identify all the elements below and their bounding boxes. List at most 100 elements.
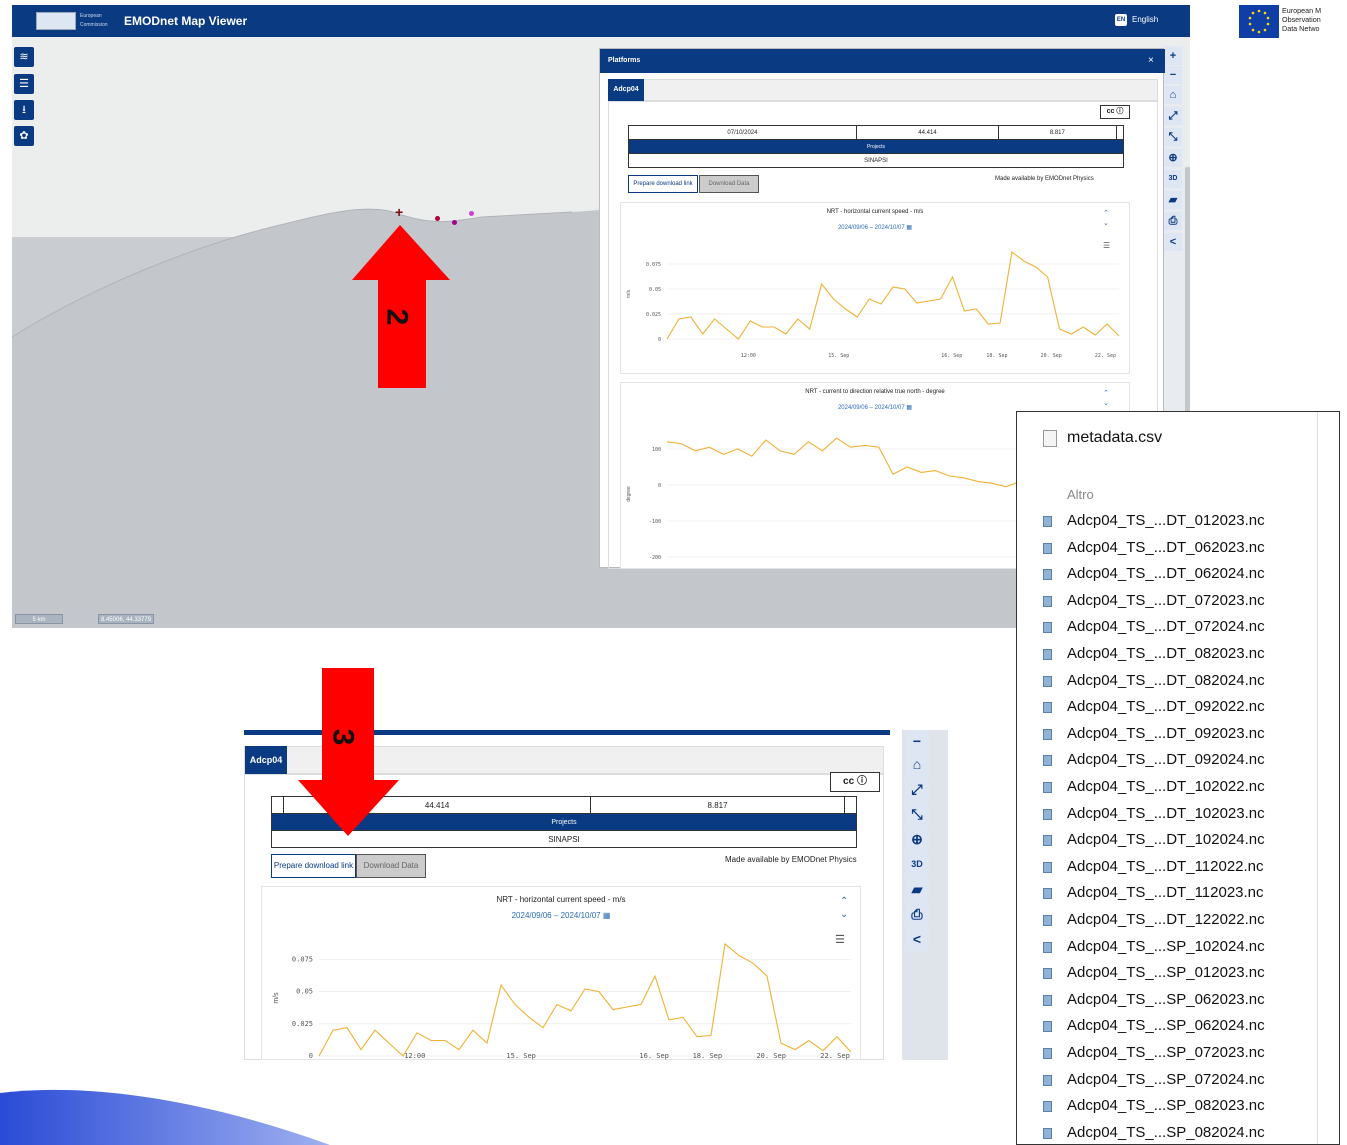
prepare-download-link-button[interactable]: Prepare download link bbox=[271, 854, 356, 878]
lon-cell: 8.817 bbox=[998, 125, 1117, 140]
file-row[interactable]: Adcp04_TS_...SP_062023.nc bbox=[1043, 988, 1323, 1014]
file-row[interactable]: Adcp04_TS_...DT_072023.nc bbox=[1043, 589, 1323, 615]
platform-marker-selected[interactable]: + bbox=[395, 204, 403, 220]
file-name: Adcp04_TS_...DT_112023.nc bbox=[1067, 884, 1264, 902]
chart-speed-plot: 0.075 0.05 0.025 0 m/s 12:00 15. Sep 16. Sep 18.… bbox=[626, 251, 1120, 359]
file-name: Adcp04_TS_...SP_062024.nc bbox=[1067, 1017, 1265, 1035]
file-row[interactable]: Adcp04_TS_...DT_092023.nc bbox=[1043, 722, 1323, 748]
locate-icon[interactable]: ⊕ bbox=[905, 827, 929, 851]
x-tick-label: 16. Sep bbox=[941, 353, 962, 359]
x-tick-label: 15. Sep bbox=[506, 1052, 536, 1060]
y-tick-label: 0 bbox=[658, 483, 661, 489]
file-row[interactable]: Adcp04_TS_...DT_102023.nc bbox=[1043, 802, 1323, 828]
zoom-out-button[interactable]: − bbox=[905, 730, 929, 752]
file-row[interactable]: Adcp04_TS_...DT_062023.nc bbox=[1043, 536, 1323, 562]
file-row[interactable]: Adcp04_TS_...DT_082023.nc bbox=[1043, 642, 1323, 668]
file-name: Adcp04_TS_...DT_082023.nc bbox=[1067, 645, 1265, 662]
chart-speed-title: NRT - horizontal current speed - m/s bbox=[826, 209, 924, 215]
file-row[interactable]: Adcp04_TS_...SP_102024.nc bbox=[1043, 935, 1323, 961]
y-axis-label: m/s bbox=[626, 289, 632, 298]
fullscreen-icon[interactable]: ⤡ bbox=[905, 802, 929, 826]
language-code[interactable]: EN bbox=[1115, 14, 1127, 26]
print-icon[interactable]: ⎙ bbox=[905, 902, 929, 926]
print-icon[interactable]: ⎙ bbox=[1164, 212, 1182, 230]
home-icon[interactable]: ⌂ bbox=[905, 752, 929, 776]
file-list-window: metadata.csv Altro Adcp04_TS_...DT_01202… bbox=[1016, 411, 1340, 1145]
x-tick-label: 12:00 bbox=[741, 353, 756, 359]
file-row[interactable]: Adcp04_TS_...DT_112022.nc bbox=[1043, 855, 1323, 881]
metadata-file[interactable]: metadata.csv bbox=[1067, 429, 1162, 447]
file-row[interactable]: Adcp04_TS_...DT_012023.nc bbox=[1043, 509, 1323, 535]
file-name: Adcp04_TS_...SP_062023.nc bbox=[1067, 990, 1265, 1008]
file-row[interactable]: Adcp04_TS_...DT_072024.nc bbox=[1043, 615, 1323, 641]
nc-file-icon bbox=[1043, 649, 1052, 660]
file-name: Adcp04_TS_...SP_082023.nc bbox=[1067, 1097, 1265, 1115]
3d-button[interactable]: 3D bbox=[905, 852, 929, 876]
coordinates-readout: 8.45006, 44.33779 bbox=[98, 614, 154, 624]
file-name: Adcp04_TS_...DT_122022.nc bbox=[1067, 911, 1265, 928]
settings-button[interactable]: ✿ bbox=[14, 126, 34, 146]
ruler-icon[interactable]: ▰ bbox=[1164, 191, 1182, 209]
locate-icon[interactable]: ⊕ bbox=[1164, 149, 1182, 167]
chart-direction-date-range[interactable]: 2024/09/06 – 2024/10/07 ▦ bbox=[620, 404, 1130, 411]
tab-adcp04[interactable]: Adcp04 bbox=[608, 79, 644, 101]
file-row[interactable]: Adcp04_TS_...SP_082024.nc bbox=[1043, 1121, 1323, 1144]
file-row[interactable]: Adcp04_TS_...DT_092024.nc bbox=[1043, 748, 1323, 774]
file-row[interactable]: Adcp04_TS_...SP_082023.nc bbox=[1043, 1094, 1323, 1120]
file-row[interactable]: Adcp04_TS_...DT_062024.nc bbox=[1043, 562, 1323, 588]
file-row[interactable]: Adcp04_TS_...DT_122022.nc bbox=[1043, 908, 1323, 934]
file-row[interactable]: Adcp04_TS_...SP_072023.nc bbox=[1043, 1041, 1323, 1067]
chart-reorder-arrows[interactable]: ⌃ ⌄ bbox=[1103, 389, 1109, 409]
file-rows: Adcp04_TS_...DT_012023.nc Adcp04_TS_...DT… bbox=[1017, 509, 1317, 1144]
nc-file-icon bbox=[1043, 861, 1052, 873]
x-tick-label: 22. Sep bbox=[1095, 353, 1116, 359]
3d-button[interactable]: 3D bbox=[1164, 170, 1182, 188]
nc-file-icon bbox=[1043, 968, 1052, 980]
chart-speed-date-range[interactable]: 2024/09/06 – 2024/10/07 ▦ bbox=[261, 911, 861, 920]
fullscreen-icon[interactable]: ⤡ bbox=[1164, 128, 1182, 146]
layers-button[interactable]: ≋ bbox=[14, 47, 34, 67]
ruler-icon[interactable]: ▰ bbox=[905, 877, 929, 901]
file-row[interactable]: Adcp04_TS_...SP_062024.nc bbox=[1043, 1014, 1323, 1040]
file-name: Adcp04_TS_...DT_092022.nc bbox=[1067, 698, 1265, 716]
y-tick-label: 0.025 bbox=[292, 1020, 313, 1028]
chart-reorder-arrows[interactable]: ⌃ ⌄ bbox=[1103, 209, 1109, 229]
list-button[interactable]: ☰ bbox=[14, 74, 34, 94]
file-row[interactable]: Adcp04_TS_...DT_112023.nc bbox=[1043, 881, 1323, 907]
file-row[interactable]: Adcp04_TS_...SP_012023.nc bbox=[1043, 961, 1323, 987]
file-row[interactable]: Adcp04_TS_...SP_072024.nc bbox=[1043, 1068, 1323, 1094]
file-row[interactable]: Adcp04_TS_...DT_102024.nc bbox=[1043, 828, 1323, 854]
close-icon[interactable]: × bbox=[1148, 49, 1154, 73]
file-row[interactable]: Adcp04_TS_...DT_092022.nc bbox=[1043, 695, 1323, 721]
tab-adcp04[interactable]: Adcp04 bbox=[245, 746, 287, 774]
made-available-text: Made available by EMODnet Physics bbox=[995, 176, 1094, 182]
y-axis-label: degree bbox=[626, 486, 632, 502]
chart-speed-date-range[interactable]: 2024/09/06 – 2024/10/07 ▦ bbox=[620, 224, 1130, 231]
platform-marker[interactable] bbox=[469, 211, 474, 216]
file-row[interactable]: Adcp04_TS_...DT_082024.nc bbox=[1043, 669, 1323, 695]
download-data-button[interactable]: Download Data bbox=[356, 854, 426, 878]
platform-marker[interactable] bbox=[452, 220, 457, 225]
file-row[interactable]: Adcp04_TS_...DT_102022.nc bbox=[1043, 775, 1323, 801]
chart-reorder-arrows[interactable]: ⌃ ⌄ bbox=[840, 895, 848, 921]
zoom-in-button[interactable]: + bbox=[1164, 47, 1182, 65]
arrow-label-2: 2 bbox=[380, 308, 414, 326]
nc-file-icon bbox=[1043, 516, 1052, 527]
share-icon[interactable]: < bbox=[905, 927, 929, 951]
extent-icon[interactable]: ⤢ bbox=[1164, 107, 1182, 125]
download-data-button[interactable]: Download Data bbox=[699, 175, 759, 193]
extent-icon[interactable]: ⤢ bbox=[905, 777, 929, 801]
arrow-label-3: 3 bbox=[326, 728, 360, 746]
y-tick-label: -200 bbox=[649, 555, 661, 561]
zoom-out-button[interactable]: − bbox=[1164, 66, 1182, 84]
language-selector[interactable]: English bbox=[1132, 15, 1158, 24]
file-name: Adcp04_TS_...DT_102023.nc bbox=[1067, 804, 1265, 822]
share-icon[interactable]: < bbox=[1164, 233, 1182, 251]
prepare-download-link-button[interactable]: Prepare download link bbox=[628, 175, 698, 193]
download-button[interactable]: ⭳ bbox=[14, 100, 34, 120]
home-icon[interactable]: ⌂ bbox=[1164, 86, 1182, 104]
platform-marker[interactable] bbox=[435, 216, 440, 221]
scale-bar: 5 km bbox=[15, 614, 63, 624]
nc-file-icon bbox=[1043, 1021, 1052, 1033]
nc-file-icon bbox=[1043, 1127, 1052, 1139]
